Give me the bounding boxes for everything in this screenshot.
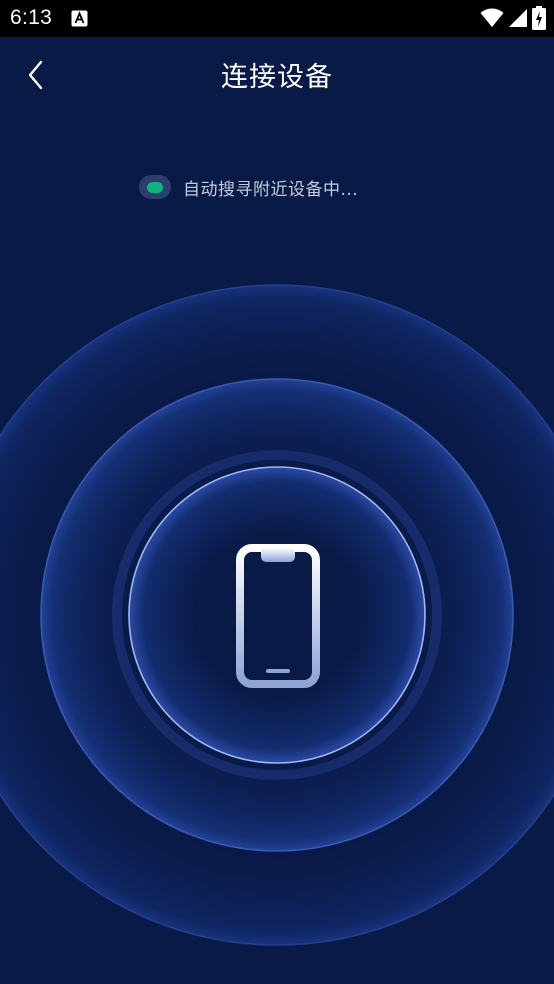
status-bar: 6:13 (0, 0, 554, 37)
signal-icon (509, 9, 527, 27)
status-time: 6:13 (10, 6, 53, 29)
status-indicator (139, 175, 171, 199)
page-title: 连接设备 (221, 62, 333, 93)
status-icons (480, 6, 546, 30)
text-a-icon (71, 10, 88, 27)
phone-icon (236, 544, 320, 688)
status-dot (147, 181, 163, 193)
wifi-icon (480, 8, 504, 27)
radar-rings (0, 284, 554, 946)
search-status-text: 自动搜寻附近设备中... (183, 179, 359, 200)
app-bar: 连接设备 (0, 37, 554, 113)
search-status: 自动搜寻附近设备中... (139, 173, 358, 201)
battery-charging-icon (532, 6, 546, 30)
